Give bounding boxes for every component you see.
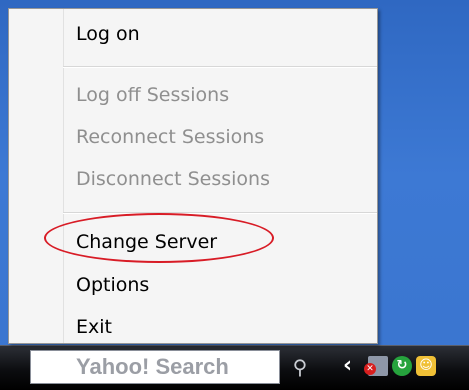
menu-item-log-off-sessions: Log off Sessions [76, 84, 230, 106]
menu-separator [63, 212, 377, 214]
messenger-icon[interactable]: ☺ [416, 356, 436, 376]
network-error-icon[interactable]: ✕ [364, 356, 388, 376]
chevron-left-icon[interactable]: ‹ [343, 354, 357, 378]
yahoo-search-input[interactable]: Yahoo! Search [30, 350, 280, 384]
search-icon[interactable]: ⚲ [288, 355, 312, 379]
context-menu: Log on Log off Sessions Reconnect Sessio… [8, 8, 378, 344]
annotation-ellipse [44, 213, 274, 263]
menu-item-log-on[interactable]: Log on [76, 15, 140, 53]
refresh-icon[interactable]: ↻ [392, 356, 412, 376]
menu-gutter-divider [63, 9, 64, 343]
menu-item-options[interactable]: Options [76, 266, 149, 304]
menu-item-reconnect-sessions: Reconnect Sessions [76, 126, 265, 148]
menu-separator [63, 66, 377, 68]
menu-item-exit[interactable]: Exit [76, 308, 112, 346]
menu-item-disconnect-sessions: Disconnect Sessions [76, 168, 270, 190]
